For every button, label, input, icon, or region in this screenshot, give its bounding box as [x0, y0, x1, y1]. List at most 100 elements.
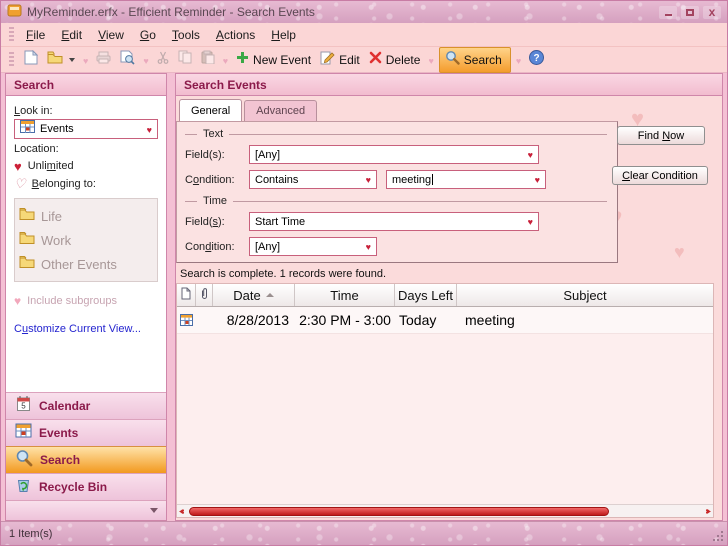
text-condition-row: Condition: Contains meeting: [185, 170, 607, 189]
svg-text:?: ?: [534, 53, 540, 64]
radio-belonging-to[interactable]: Belonging to:: [14, 175, 158, 193]
time-condition-select[interactable]: [Any]: [249, 237, 377, 256]
radio-unlimited[interactable]: Unlimited: [14, 157, 158, 175]
find-now-button[interactable]: Find Now: [617, 126, 705, 145]
help-button[interactable]: ?: [526, 48, 547, 72]
time-fields-select[interactable]: Start Time: [249, 212, 539, 231]
column-days-left[interactable]: Days Left: [395, 284, 457, 306]
nav-configure-row[interactable]: [6, 500, 166, 520]
time-condition-row: Condition: [Any]: [185, 237, 607, 256]
time-fields-row: Field(s): Start Time: [185, 212, 607, 231]
time-section-legend: Time: [185, 195, 607, 207]
edit-label: Edit: [339, 53, 360, 67]
column-subject[interactable]: Subject: [457, 284, 713, 306]
chevron-down-icon: [150, 508, 158, 513]
open-file-button[interactable]: [44, 48, 78, 71]
scrollbar-thumb[interactable]: [189, 507, 609, 516]
folder-icon: [19, 255, 35, 273]
resize-grip[interactable]: [721, 531, 723, 533]
folder-list: Life Work Other Events: [14, 198, 158, 282]
sidebar-nav: 5 Calendar Events Search Recycle Bin: [6, 392, 166, 520]
splitter[interactable]: [167, 73, 175, 521]
sidebar-item-calendar[interactable]: 5 Calendar: [6, 392, 166, 419]
minimize-button[interactable]: [659, 6, 677, 19]
maximize-button[interactable]: [681, 6, 699, 19]
menu-help[interactable]: Help: [263, 25, 304, 45]
text-cursor: [432, 174, 433, 185]
text-fields-row: Field(s): [Any]: [185, 145, 607, 164]
time-condition-label: Condition:: [185, 241, 249, 253]
pencil-icon: [320, 50, 335, 70]
menu-edit[interactable]: Edit: [53, 25, 90, 45]
new-file-button[interactable]: [21, 48, 41, 72]
menu-view[interactable]: View: [90, 25, 132, 45]
text-fields-select[interactable]: [Any]: [249, 145, 539, 164]
delete-button[interactable]: Delete: [366, 49, 424, 71]
plus-icon: [236, 51, 249, 69]
text-condition-label: Condition:: [185, 174, 249, 186]
sidebar-header: Search: [6, 74, 166, 96]
nav-recycle-bin-label: Recycle Bin: [39, 480, 107, 494]
menu-actions[interactable]: Actions: [208, 25, 263, 45]
days-left-cell: Today: [395, 307, 457, 333]
main-panel: Search Events General Advanced Text Fiel…: [175, 73, 723, 521]
sidebar-item-events[interactable]: Events: [6, 419, 166, 446]
delete-label: Delete: [386, 53, 421, 67]
paperclip-icon: [200, 287, 209, 303]
minimize-icon: [665, 14, 672, 16]
table-row[interactable]: 8/28/2013 2:30 PM - 3:00 Today meeting: [177, 307, 713, 334]
horizontal-scrollbar[interactable]: [177, 504, 713, 517]
sidebar: Search Look in: Events Location: Unlimit…: [5, 73, 167, 521]
search-result-status: Search is complete. 1 records were found…: [176, 263, 722, 283]
new-document-icon: [24, 50, 38, 70]
time-fields-label: Field(s):: [185, 216, 249, 228]
subject-cell: meeting: [457, 307, 713, 333]
tab-general[interactable]: General: [179, 99, 242, 122]
menu-tools[interactable]: Tools: [164, 25, 208, 45]
nav-events-label: Events: [39, 426, 78, 440]
text-section-legend: Text: [185, 128, 607, 140]
clear-condition-button[interactable]: Clear Condition: [612, 166, 708, 185]
title-bar[interactable]: MyReminder.erfx - Efficient Reminder - S…: [1, 1, 727, 23]
checkbox-heart-icon: [14, 294, 21, 308]
text-fields-label: Field(s):: [185, 149, 249, 161]
print-button[interactable]: [93, 49, 114, 71]
column-attachment[interactable]: [196, 284, 213, 306]
column-time[interactable]: Time: [295, 284, 395, 306]
tab-advanced[interactable]: Advanced: [244, 100, 317, 121]
preview-icon: [120, 50, 135, 70]
text-condition-select[interactable]: Contains: [249, 170, 377, 189]
include-subgroups-checkbox[interactable]: Include subgroups: [14, 294, 158, 308]
content-area: Search Look in: Events Location: Unlimit…: [1, 73, 727, 521]
sidebar-item-recycle-bin[interactable]: Recycle Bin: [6, 473, 166, 500]
look-in-select[interactable]: Events: [14, 119, 158, 139]
cut-button[interactable]: [154, 49, 172, 71]
folder-name: Life: [41, 209, 62, 224]
new-event-button[interactable]: New Event: [233, 49, 314, 71]
time-cell: 2:30 PM - 3:00: [295, 307, 395, 333]
keyword-combo-input[interactable]: meeting: [386, 170, 546, 189]
sidebar-item-search[interactable]: Search: [6, 446, 166, 473]
edit-button[interactable]: Edit: [317, 48, 363, 72]
maximize-icon: [686, 9, 694, 16]
search-button[interactable]: Search: [439, 47, 511, 73]
close-button[interactable]: x: [703, 6, 721, 19]
copy-button[interactable]: [175, 48, 195, 71]
folder-item-work[interactable]: Work: [19, 228, 153, 252]
menu-grip: [9, 27, 14, 43]
menu-file[interactable]: File: [18, 25, 53, 45]
customize-view-link[interactable]: Customize Current View...: [14, 323, 158, 335]
heart-separator-icon: [514, 51, 523, 69]
print-preview-button[interactable]: [117, 48, 138, 72]
column-item-type[interactable]: [177, 284, 196, 306]
scroll-right-arrow-icon[interactable]: [706, 505, 711, 518]
folder-item-other-events[interactable]: Other Events: [19, 252, 153, 276]
folder-icon: [19, 231, 35, 249]
menu-go[interactable]: Go: [132, 25, 164, 45]
column-date[interactable]: Date: [213, 284, 295, 306]
folder-item-life[interactable]: Life: [19, 204, 153, 228]
scroll-left-arrow-icon[interactable]: [179, 505, 184, 518]
status-bar: 1 Item(s): [1, 521, 727, 545]
results-empty-area: [177, 334, 713, 504]
paste-button[interactable]: [198, 48, 218, 71]
